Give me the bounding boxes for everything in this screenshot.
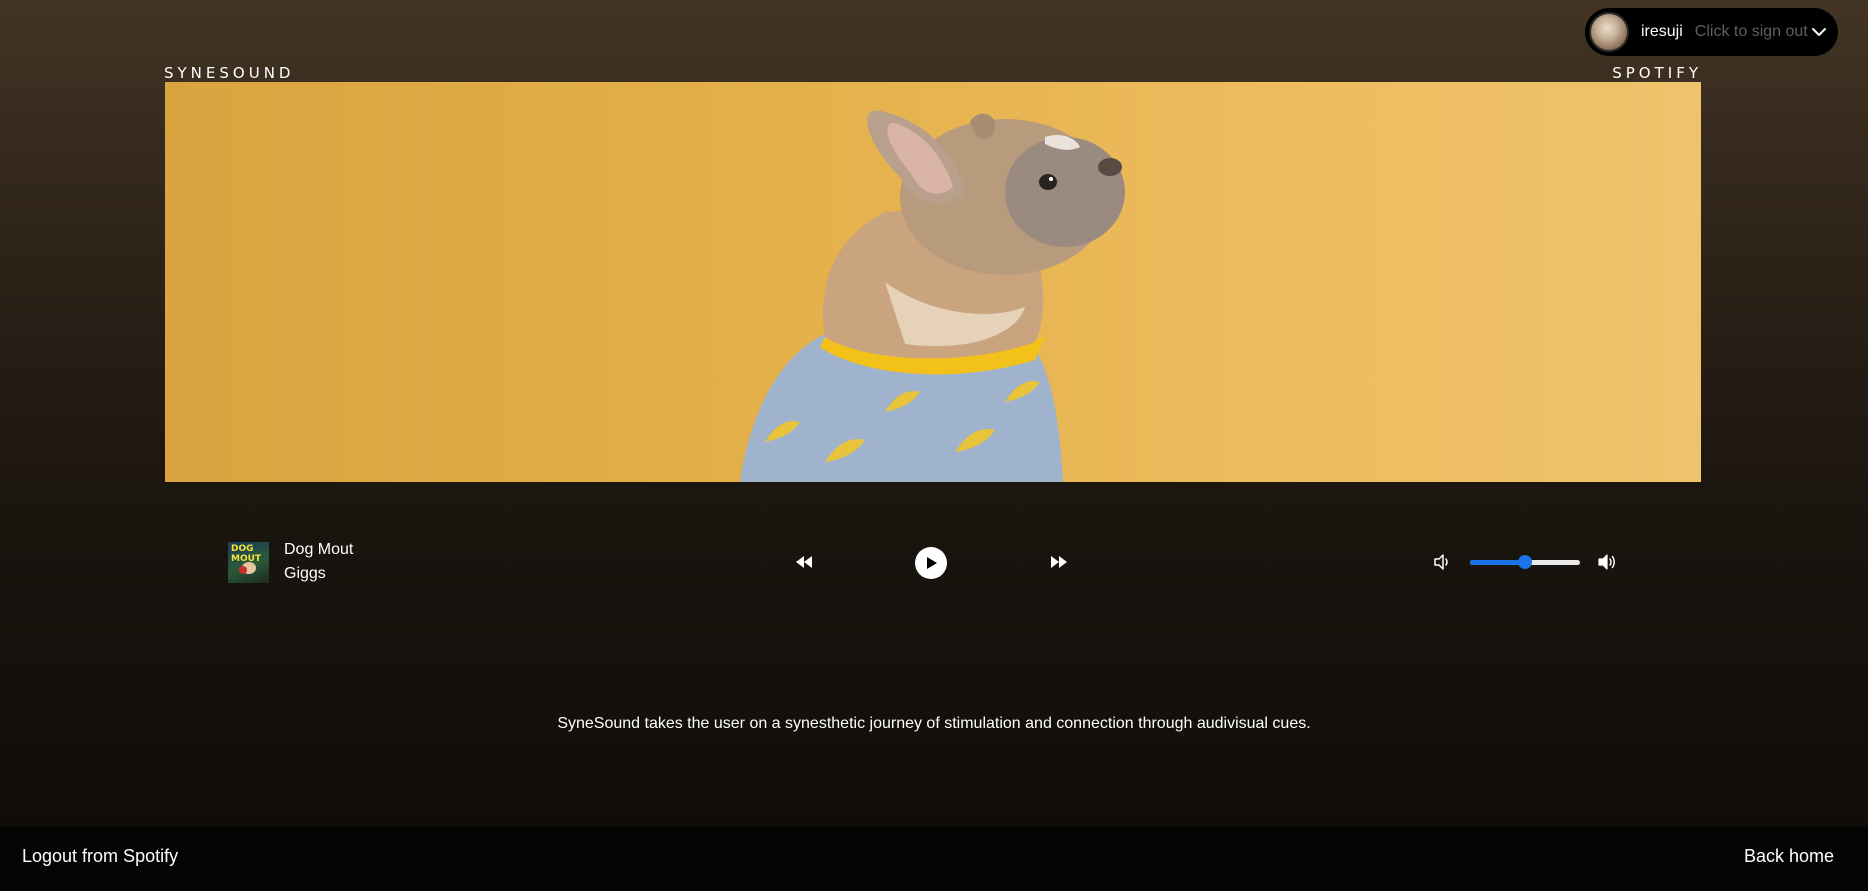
volume-slider[interactable]	[1470, 555, 1580, 569]
volume-thumb[interactable]	[1518, 555, 1532, 569]
app-description: SyneSound takes the user on a synestheti…	[557, 715, 1311, 732]
track-title: Dog Mout	[284, 541, 354, 558]
album-art: DOG MOUT	[228, 542, 269, 583]
chevron-down-icon[interactable]	[1810, 23, 1828, 41]
sign-out-hint[interactable]: Click to sign out	[1695, 23, 1808, 41]
user-name: iresuji	[1641, 23, 1683, 40]
back-home-link[interactable]: Back home	[1744, 846, 1834, 867]
album-art-accent	[239, 566, 247, 574]
bulldog-illustration	[740, 110, 1125, 482]
volume-high-icon[interactable]	[1597, 553, 1617, 571]
track-artist: Giggs	[284, 565, 326, 582]
avatar	[1589, 12, 1629, 52]
player-bar: DOG MOUT Dog Mout Giggs	[228, 538, 1618, 586]
rewind-icon[interactable]	[794, 553, 814, 571]
hero-image	[165, 82, 1701, 482]
play-icon[interactable]	[915, 547, 947, 579]
logout-spotify-link[interactable]: Logout from Spotify	[22, 846, 178, 867]
brand-spotify: SPOTIFY	[1612, 64, 1702, 82]
user-menu[interactable]: iresuji Click to sign out	[1585, 8, 1838, 56]
volume-low-icon[interactable]	[1432, 553, 1452, 571]
volume-fill	[1470, 560, 1525, 565]
album-art-text: DOG MOUT	[231, 544, 262, 564]
fast-forward-icon[interactable]	[1049, 553, 1069, 571]
brand-synesound: SYNESOUND	[164, 64, 295, 82]
footer: Logout from Spotify Back home	[0, 826, 1868, 891]
